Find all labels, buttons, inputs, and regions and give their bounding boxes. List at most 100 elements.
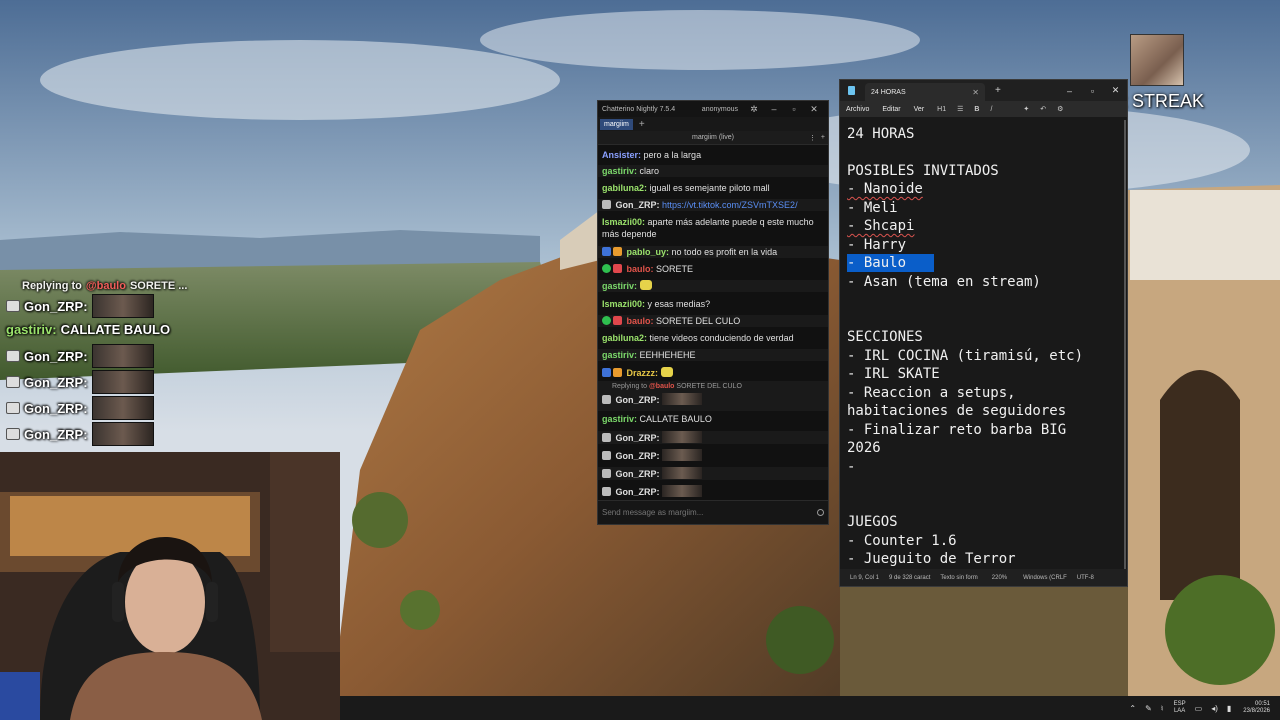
channel-menu-icon[interactable]: ⋮ [809, 134, 816, 142]
chat-message[interactable]: gabiluna2: iguall es semejante piloto ma… [598, 182, 828, 194]
chat-message[interactable]: gastiriv: EEHHEHEHE [598, 349, 828, 361]
chat-message-list[interactable]: Ansister: pero a la larga gastiriv: clar… [598, 147, 828, 499]
maximize-icon[interactable]: ▫ [784, 104, 804, 114]
minimize-icon[interactable]: – [1058, 86, 1081, 96]
volume-icon[interactable]: ◂) [1211, 704, 1218, 713]
notepad-editor[interactable]: 24 HORAS POSIBLES INVITADOS - Nanoide - … [840, 117, 1127, 570]
add-split-icon[interactable]: + [821, 134, 825, 141]
zoom-level[interactable]: 220% [992, 575, 1007, 581]
chat-username[interactable]: baulo: [627, 264, 654, 274]
tray-overflow-chevron-icon[interactable]: ⌃ [1129, 704, 1136, 713]
chatterino-titlebar[interactable]: Chatterino Nightly 7.5.4 anonymous ✲ – ▫… [598, 101, 828, 117]
chat-username[interactable]: Ansister: [602, 150, 641, 160]
chat-username[interactable]: gabiluna2: [602, 333, 647, 343]
chatterino-title: Chatterino Nightly 7.5.4 [602, 105, 676, 113]
heading-select[interactable]: H1 [937, 106, 946, 113]
network-icon[interactable]: ▭ [1195, 704, 1203, 713]
keyboard-layout: LAA [1173, 708, 1186, 714]
chat-message[interactable]: gastiriv: CALLATE BAULO [598, 413, 828, 425]
chatterino-window[interactable]: Chatterino Nightly 7.5.4 anonymous ✲ – ▫… [597, 100, 829, 525]
chat-username[interactable]: Gon_ZRP: [616, 395, 660, 405]
chat-message[interactable]: pablo_uy: no todo es profit en la vida [598, 246, 828, 258]
pen-icon[interactable]: ✎ [1145, 704, 1152, 713]
chat-message[interactable]: Gon_ZRP: [598, 485, 828, 498]
tab-margiim[interactable]: margiim [600, 118, 633, 130]
chat-message[interactable]: Gon_ZRP: [598, 431, 828, 444]
chat-message[interactable]: gastiriv: [598, 280, 828, 292]
chat-username[interactable]: Gon_ZRP: [616, 469, 660, 479]
language-indicator[interactable]: ESP LAA [1174, 701, 1186, 715]
microphone-icon[interactable]: ♮ [1161, 704, 1164, 713]
menu-ver[interactable]: Ver [914, 106, 925, 113]
settings-gear-icon[interactable]: ⚙ [1057, 105, 1063, 113]
tab-24-horas[interactable]: 24 HORAS ✕ [865, 83, 985, 101]
chat-username[interactable]: gastiriv: [602, 166, 637, 176]
close-icon[interactable]: ✕ [804, 104, 824, 115]
chat-message[interactable]: Gon_ZRP: [598, 467, 828, 480]
chat-message[interactable]: Ansister: pero a la larga [598, 149, 828, 161]
overlay-reply-prefix: Replying to [22, 280, 82, 292]
chat-username[interactable]: Gon_ZRP: [616, 451, 660, 461]
chat-username[interactable]: Ismazii00: [602, 217, 645, 227]
list-format-icon[interactable]: ☰ [957, 105, 963, 113]
editor-scrollbar[interactable] [1124, 120, 1126, 580]
overlay-badge-icon [6, 300, 20, 312]
chat-username[interactable]: gastiriv: [602, 281, 637, 291]
chat-text: no todo es profit en la vida [671, 247, 778, 257]
chat-message[interactable]: Ismazii00: aparte más adelante puede q e… [598, 216, 828, 240]
chat-message[interactable]: Replying to @baulo SORETE DEL CULO Gon_Z… [598, 381, 828, 411]
chat-username[interactable]: Gon_ZRP: [616, 433, 660, 443]
chat-username[interactable]: Gon_ZRP: [616, 487, 660, 497]
close-icon[interactable]: ✕ [1104, 85, 1127, 96]
chat-message[interactable]: Gon_ZRP: https://vt.tiktok.com/ZSVmTXSE2… [598, 199, 828, 211]
chat-username[interactable]: Drazzz: [627, 368, 659, 378]
notepad-titlebar[interactable]: 24 HORAS ✕ + – ▫ ✕ [840, 80, 1127, 101]
chat-message[interactable]: gabiluna2: tiene videos conduciendo de v… [598, 332, 828, 344]
chat-message[interactable]: gastiriv: claro [598, 165, 828, 177]
chatterino-tab-bar: margiim + [598, 117, 828, 131]
chat-username[interactable]: pablo_uy: [627, 247, 670, 257]
menu-archivo[interactable]: Archivo [846, 106, 869, 113]
line-endings[interactable]: Windows (CRLF [1023, 575, 1067, 581]
text-format[interactable]: Texto sin form [940, 575, 977, 581]
chat-message[interactable]: Ismazii00: y esas medias? [598, 298, 828, 310]
chat-message[interactable]: baulo: SORETE DEL CULO [598, 315, 828, 327]
battery-icon[interactable]: ▮ [1227, 704, 1231, 713]
user-badge-icon [602, 395, 611, 404]
system-clock[interactable]: 00:51 23/8/2026 [1243, 701, 1270, 715]
account-switcher[interactable]: anonymous [702, 106, 738, 113]
chat-message[interactable]: Drazzz: [598, 367, 828, 379]
italic-icon[interactable]: / [990, 106, 992, 113]
settings-gear-icon[interactable]: ✲ [744, 104, 764, 115]
notepad-window[interactable]: 24 HORAS ✕ + – ▫ ✕ Archivo Editar Ver H1… [839, 79, 1128, 587]
encoding[interactable]: UTF-8 [1077, 575, 1094, 581]
chat-text: CALLATE BAULO [639, 414, 712, 424]
clock-date: 23/8/2026 [1243, 708, 1270, 714]
maximize-icon[interactable]: ▫ [1081, 86, 1104, 96]
chat-message-input[interactable] [602, 508, 817, 517]
chat-message[interactable]: baulo: SORETE [598, 263, 828, 275]
overlay-username: gastiriv: [6, 322, 57, 337]
close-tab-icon[interactable]: ✕ [972, 88, 979, 97]
sub-badge-icon [613, 316, 622, 325]
chat-username[interactable]: gabiluna2: [602, 183, 647, 193]
reply-mention[interactable]: @baulo [649, 383, 675, 390]
chat-username[interactable]: gastiriv: [602, 414, 637, 424]
prime-badge-icon [602, 247, 611, 256]
chat-message[interactable]: Gon_ZRP: [598, 449, 828, 462]
undo-icon[interactable]: ↶ [1040, 105, 1046, 113]
new-tab-icon[interactable]: + [995, 85, 1001, 96]
reply-context[interactable]: Replying to @baulo SORETE DEL CULO [602, 381, 824, 393]
add-tab-icon[interactable]: + [639, 119, 645, 130]
chat-username[interactable]: Gon_ZRP: [616, 200, 660, 210]
emoji-picker-icon[interactable] [817, 509, 824, 516]
chat-username[interactable]: baulo: [627, 316, 654, 326]
webcam-feed [0, 452, 340, 720]
chat-username[interactable]: gastiriv: [602, 350, 637, 360]
chat-username[interactable]: Ismazii00: [602, 299, 645, 309]
minimize-icon[interactable]: – [764, 104, 784, 114]
copilot-icon[interactable]: ✦ [1023, 105, 1029, 113]
chat-link[interactable]: https://vt.tiktok.com/ZSVmTXSE2/ [662, 200, 798, 210]
menu-editar[interactable]: Editar [882, 106, 900, 113]
bold-button[interactable]: B [974, 106, 979, 113]
